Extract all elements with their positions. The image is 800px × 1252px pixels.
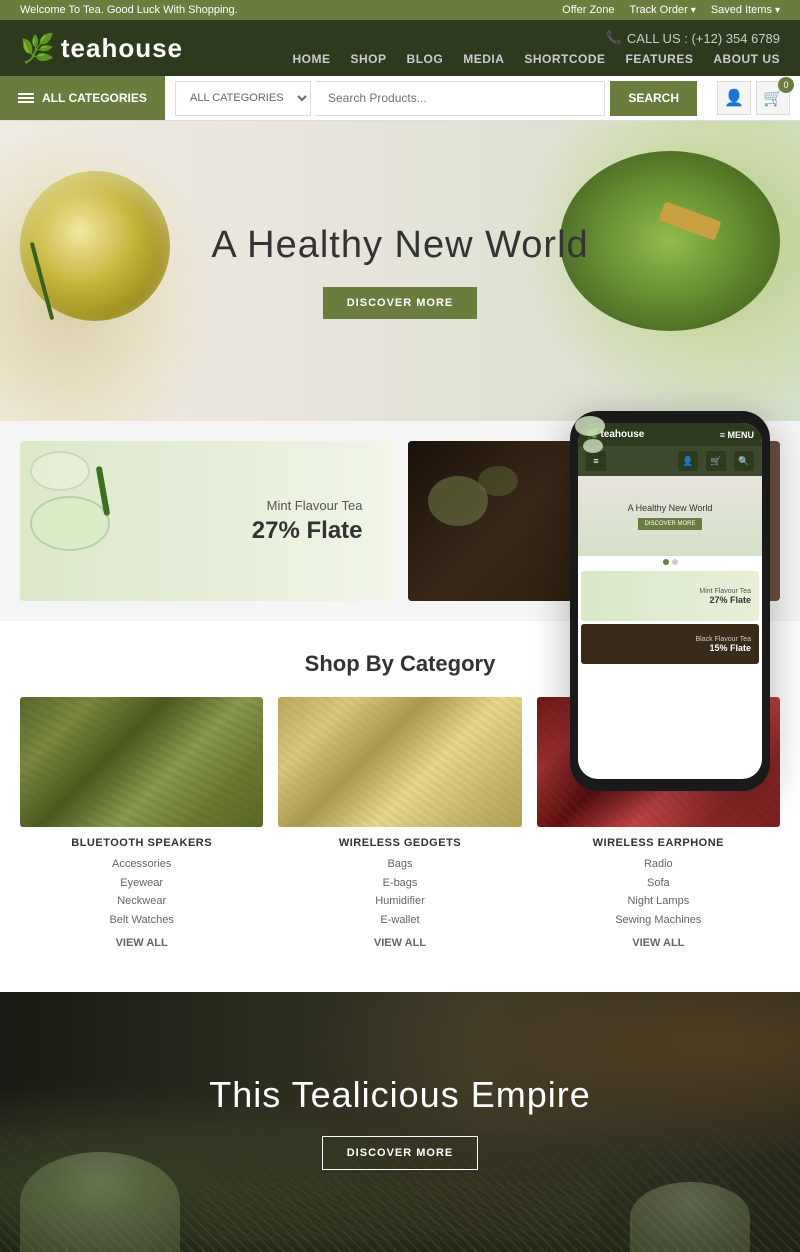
- hero-title: A Healthy New World: [211, 224, 588, 267]
- promo-cups-decoration: [30, 451, 110, 551]
- phone-icon: 📞: [606, 30, 622, 46]
- logo-icon: 🌿: [20, 32, 56, 65]
- search-area: ALL CATEGORIES SEARCH: [165, 81, 707, 116]
- phone-promo-black: Black Flavour Tea 15% Flate: [581, 624, 759, 664]
- user-icon-button[interactable]: 👤: [717, 81, 751, 115]
- nav-blog[interactable]: BLOG: [407, 52, 444, 66]
- bowl-right: [630, 1182, 750, 1252]
- top-bar: Welcome To Tea. Good Luck With Shopping.…: [0, 0, 800, 20]
- cat-link-ewallet[interactable]: E-wallet: [278, 911, 521, 930]
- welcome-text: Welcome To Tea. Good Luck With Shopping.: [20, 4, 238, 16]
- phone-dots: [578, 556, 762, 568]
- cat-link-bags[interactable]: Bags: [278, 855, 521, 874]
- header: 🌿 teahouse 📞 CALL US : (+12) 354 6789 HO…: [0, 20, 800, 76]
- nav-features[interactable]: FEATURES: [626, 52, 694, 66]
- phone-screen: 🌿 teahouse ≡ MENU ≡ 👤 🛒 🔍 A Healthy New …: [578, 423, 762, 779]
- track-order-chevron: [691, 5, 696, 16]
- cat-link-sewingmachines[interactable]: Sewing Machines: [537, 911, 780, 930]
- cart-badge: 0: [778, 77, 794, 93]
- cart-icon-button[interactable]: 🛒 0: [756, 81, 790, 115]
- cat-link-neckwear[interactable]: Neckwear: [20, 892, 263, 911]
- phone-mockup-container: 🌿 teahouse ≡ MENU ≡ 👤 🛒 🔍 A Healthy New …: [570, 411, 770, 791]
- category-links-speakers: Accessories Eyewear Neckwear Belt Watche…: [20, 855, 263, 952]
- all-categories-button[interactable]: ALL CATEGORIES: [0, 76, 165, 120]
- phone-menu: ≡ MENU: [720, 430, 754, 440]
- cat-link-humidifier[interactable]: Humidifier: [278, 892, 521, 911]
- hamburger-icon: [18, 93, 34, 103]
- category-img-speakers: [20, 697, 263, 827]
- cat-link-beltwatches[interactable]: Belt Watches: [20, 911, 263, 930]
- top-bar-right: Offer Zone Track Order Saved Items: [562, 4, 780, 16]
- cat-link-radio[interactable]: Radio: [537, 855, 780, 874]
- phone-number[interactable]: 📞 CALL US : (+12) 354 6789: [606, 30, 780, 46]
- promo-card-mint[interactable]: Mint Flavour Tea 27% Flate: [20, 441, 393, 601]
- phone-hero: A Healthy New World DISCOVER MORE: [578, 476, 762, 556]
- phone-promo-black-text: Black Flavour Tea 15% Flate: [695, 636, 751, 653]
- category-bar: ALL CATEGORIES ALL CATEGORIES SEARCH 👤 🛒…: [0, 76, 800, 121]
- offer-zone-link[interactable]: Offer Zone: [562, 4, 614, 16]
- phone-user-icon: 👤: [678, 451, 698, 471]
- logo[interactable]: 🌿 teahouse: [20, 32, 183, 65]
- category-name-gadgets: WIRELESS GEDGETS: [278, 837, 521, 849]
- category-item-speakers: BLUETOOTH SPEAKERS Accessories Eyewear N…: [20, 697, 263, 952]
- dot-2: [672, 559, 678, 565]
- nav-shortcode[interactable]: SHORTCODE: [524, 52, 605, 66]
- nav-about[interactable]: ABOUT US: [713, 52, 780, 66]
- bottom-hero-section: This Tealicious Empire DISCOVER MORE: [0, 992, 800, 1252]
- phone-cup-deco: [578, 423, 620, 456]
- nav-home[interactable]: HOME: [293, 52, 331, 66]
- hero-decoration-left: [10, 141, 210, 401]
- bottom-hero-content: This Tealicious Empire DISCOVER MORE: [209, 1074, 590, 1170]
- hero-content: A Healthy New World DISCOVER MORE: [211, 224, 588, 319]
- cat-viewall-gadgets[interactable]: VIEW ALL: [278, 934, 521, 953]
- category-img-gadgets: [278, 697, 521, 827]
- hero-discover-button[interactable]: DISCOVER MORE: [323, 287, 478, 319]
- promo-section: Mint Flavour Tea 27% Flate Black Flavour…: [0, 421, 800, 621]
- bottom-hero-title: This Tealicious Empire: [209, 1074, 590, 1116]
- phone-search-icon: 🔍: [734, 451, 754, 471]
- category-links-earphone: Radio Sofa Night Lamps Sewing Machines V…: [537, 855, 780, 952]
- main-nav: HOME SHOP BLOG MEDIA SHORTCODE FEATURES …: [293, 52, 780, 66]
- scattered-leaves: [200, 1182, 600, 1242]
- search-input[interactable]: [316, 81, 605, 116]
- cat-viewall-speakers[interactable]: VIEW ALL: [20, 934, 263, 953]
- cat-link-accessories[interactable]: Accessories: [20, 855, 263, 874]
- header-icons: 👤 🛒 0: [707, 81, 800, 115]
- phone-mockup: 🌿 teahouse ≡ MENU ≡ 👤 🛒 🔍 A Healthy New …: [570, 411, 770, 791]
- nav-media[interactable]: MEDIA: [463, 52, 504, 66]
- search-button[interactable]: SEARCH: [610, 81, 697, 116]
- tea-pot-deco: [428, 461, 548, 541]
- category-select[interactable]: ALL CATEGORIES: [175, 81, 311, 116]
- cat-link-nightlamps[interactable]: Night Lamps: [537, 892, 780, 911]
- header-right: 📞 CALL US : (+12) 354 6789 HOME SHOP BLO…: [293, 30, 780, 66]
- cat-link-sofa[interactable]: Sofa: [537, 874, 780, 893]
- nav-shop[interactable]: SHOP: [351, 52, 387, 66]
- cat-viewall-earphone[interactable]: VIEW ALL: [537, 934, 780, 953]
- promo-mint-subtitle: Mint Flavour Tea: [252, 498, 363, 513]
- phone-promo-mint: Mint Flavour Tea 27% Flate: [581, 571, 759, 621]
- logo-text: teahouse: [61, 33, 183, 64]
- dot-1: [663, 559, 669, 565]
- track-order-link[interactable]: Track Order: [630, 4, 696, 16]
- cat-link-eyewear[interactable]: Eyewear: [20, 874, 263, 893]
- promo-mint-text: Mint Flavour Tea 27% Flate: [252, 498, 363, 545]
- promo-mint-discount: 27% Flate: [252, 517, 363, 545]
- hero-section: A Healthy New World DISCOVER MORE: [0, 121, 800, 421]
- category-name-speakers: BLUETOOTH SPEAKERS: [20, 837, 263, 849]
- category-item-gadgets: WIRELESS GEDGETS Bags E-bags Humidifier …: [278, 697, 521, 952]
- phone-cart-icon: 🛒: [706, 451, 726, 471]
- phone-promo-mint-text: Mint Flavour Tea 27% Flate: [699, 588, 751, 605]
- saved-items-chevron: [775, 5, 780, 16]
- bottom-hero-discover-button[interactable]: DISCOVER MORE: [322, 1136, 479, 1170]
- saved-items-link[interactable]: Saved Items: [711, 4, 780, 16]
- category-links-gadgets: Bags E-bags Humidifier E-wallet VIEW ALL: [278, 855, 521, 952]
- category-name-earphone: WIRELESS EARPHONE: [537, 837, 780, 849]
- cat-link-ebags[interactable]: E-bags: [278, 874, 521, 893]
- bowl-left: [20, 1152, 180, 1252]
